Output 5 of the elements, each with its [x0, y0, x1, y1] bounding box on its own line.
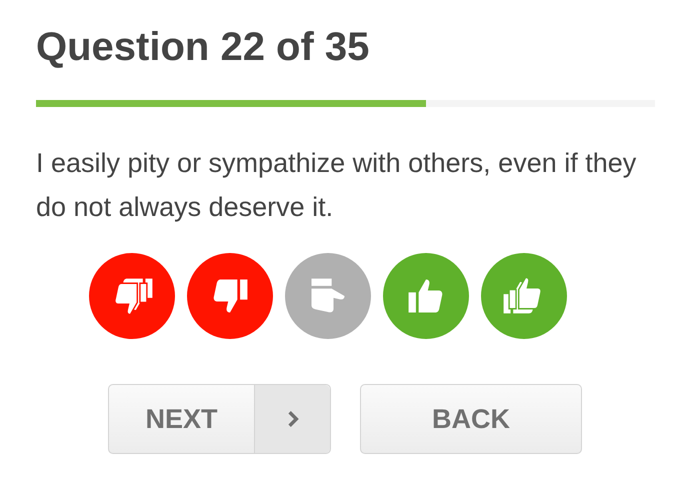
back-button[interactable]: BACK: [360, 384, 582, 454]
next-button[interactable]: NEXT: [108, 384, 331, 454]
question-text: I easily pity or sympathize with others, even if they do not always deserve it.: [36, 147, 638, 224]
question-title: Question 22 of 35: [36, 24, 370, 71]
chevron-right-icon: [286, 410, 300, 428]
